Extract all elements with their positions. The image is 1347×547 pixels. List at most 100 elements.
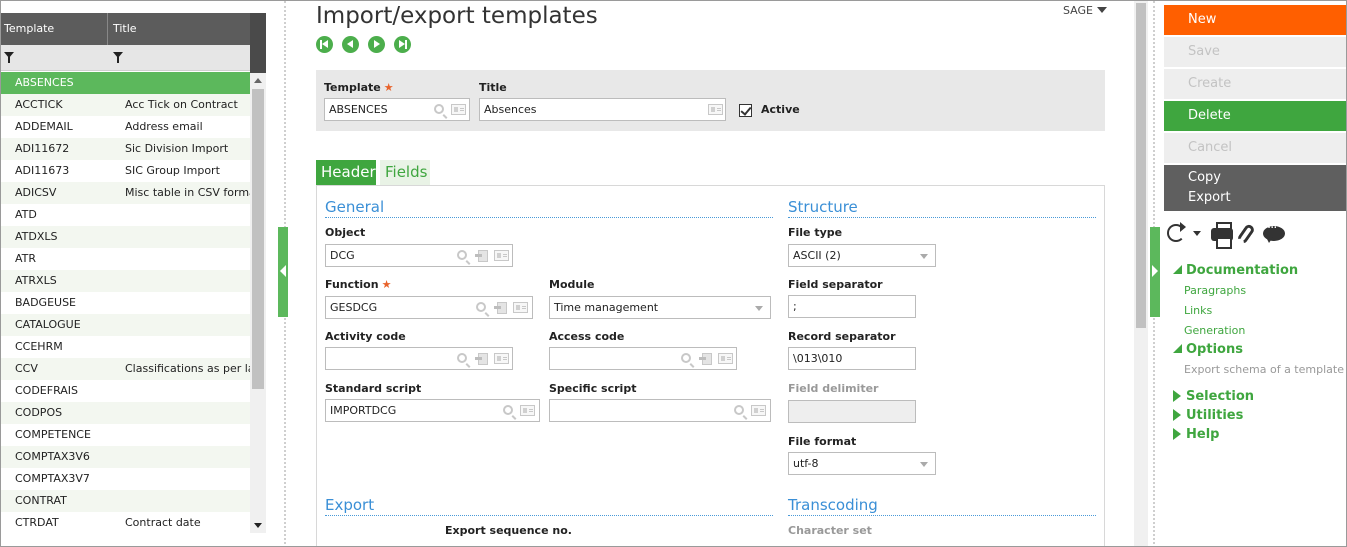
filter-icon[interactable] xyxy=(4,52,14,63)
generation-link[interactable]: Generation xyxy=(1184,324,1245,337)
search-icon[interactable] xyxy=(434,104,444,114)
card-icon[interactable] xyxy=(751,405,766,416)
list-item[interactable]: CCEHRM xyxy=(1,336,250,358)
search-icon[interactable] xyxy=(476,302,486,312)
list-scrollbar[interactable] xyxy=(250,73,266,533)
list-item[interactable]: ADI11673 SIC Group Import xyxy=(1,160,250,182)
title-label: Title xyxy=(479,81,507,94)
card-icon[interactable] xyxy=(513,302,528,313)
search-icon[interactable] xyxy=(457,353,467,363)
list-item[interactable]: CTRDAT Contract date xyxy=(1,512,250,534)
help-section[interactable]: Help xyxy=(1173,427,1219,442)
list-item[interactable]: CONTRAT xyxy=(1,490,250,512)
jump-to-icon[interactable] xyxy=(475,353,488,365)
list-item[interactable]: ATD xyxy=(1,204,250,226)
list-item-template: CTRDAT xyxy=(15,516,59,529)
jump-to-icon[interactable] xyxy=(475,250,488,262)
section-divider xyxy=(788,515,1096,516)
copy-export-button[interactable]: Copy Export xyxy=(1164,165,1346,211)
list-item[interactable]: ATRXLS xyxy=(1,270,250,292)
collapse-right-panel-handle[interactable] xyxy=(1150,227,1160,317)
standard-script-input[interactable]: IMPORTDCG xyxy=(325,399,540,422)
section-divider xyxy=(325,515,773,516)
specific-script-input[interactable] xyxy=(549,399,771,422)
tab-fields[interactable]: Fields xyxy=(380,160,430,185)
jump-to-icon[interactable] xyxy=(494,302,507,314)
options-section[interactable]: Options xyxy=(1173,342,1243,357)
list-item-title: Sic Division Import xyxy=(125,142,229,155)
scroll-thumb[interactable] xyxy=(1136,3,1146,328)
search-icon[interactable] xyxy=(681,353,691,363)
active-checkbox[interactable] xyxy=(739,104,752,117)
paragraphs-link[interactable]: Paragraphs xyxy=(1184,284,1246,297)
list-item[interactable]: COMPTAX3V6 xyxy=(1,446,250,468)
chevron-down-icon[interactable] xyxy=(1193,231,1201,236)
jump-to-icon[interactable] xyxy=(699,353,712,365)
next-record-icon[interactable] xyxy=(368,36,385,53)
utilities-section[interactable]: Utilities xyxy=(1173,408,1243,423)
card-icon[interactable] xyxy=(451,104,466,115)
last-record-icon[interactable] xyxy=(394,36,411,53)
file-format-select[interactable]: utf-8 xyxy=(788,452,936,475)
search-icon[interactable] xyxy=(734,405,744,415)
list-item[interactable]: ADDEMAIL Address email xyxy=(1,116,250,138)
list-item[interactable]: COMPETENCE xyxy=(1,424,250,446)
card-icon[interactable] xyxy=(708,104,723,115)
record-separator-input[interactable]: \013\010 xyxy=(788,347,916,370)
activity-code-input[interactable] xyxy=(325,347,513,370)
card-icon[interactable] xyxy=(520,405,535,416)
main-scrollbar[interactable] xyxy=(1134,1,1148,546)
scroll-up-icon[interactable] xyxy=(254,78,262,83)
collapse-left-panel-handle[interactable] xyxy=(278,227,288,317)
refresh-icon[interactable] xyxy=(1167,224,1185,242)
list-item[interactable]: ATR xyxy=(1,248,250,270)
previous-record-icon[interactable] xyxy=(342,36,359,53)
list-item[interactable]: CODEFRAIS xyxy=(1,380,250,402)
selection-section[interactable]: Selection xyxy=(1173,389,1254,404)
list-item[interactable]: ADI11672 Sic Division Import xyxy=(1,138,250,160)
comment-icon[interactable] xyxy=(1263,221,1285,243)
card-icon[interactable] xyxy=(494,250,509,261)
tab-header[interactable]: Header xyxy=(316,160,376,185)
paperclip-icon[interactable] xyxy=(1236,222,1256,246)
filter-icon[interactable] xyxy=(113,52,123,63)
list-item[interactable]: ATDXLS xyxy=(1,226,250,248)
title-input[interactable]: Absences xyxy=(479,98,726,121)
section-transcoding-title: Transcoding xyxy=(788,496,878,514)
search-icon[interactable] xyxy=(503,405,513,415)
object-input[interactable]: DCG xyxy=(325,244,513,267)
search-icon[interactable] xyxy=(457,250,467,260)
first-record-icon[interactable] xyxy=(316,36,333,53)
column-header-title[interactable]: Title xyxy=(113,13,137,45)
module-select-value: Time management xyxy=(554,301,659,314)
list-item[interactable]: CATALOGUE xyxy=(1,314,250,336)
scroll-thumb[interactable] xyxy=(252,89,264,389)
function-input[interactable]: GESDCG xyxy=(325,296,533,319)
card-icon[interactable] xyxy=(718,353,733,364)
new-button[interactable]: New xyxy=(1164,5,1346,35)
list-item[interactable]: COMPTAX3V7 xyxy=(1,468,250,490)
links-link[interactable]: Links xyxy=(1184,304,1212,317)
documentation-section[interactable]: Documentation xyxy=(1173,263,1298,278)
file-type-select[interactable]: ASCII (2) xyxy=(788,244,936,267)
scroll-down-icon[interactable] xyxy=(254,523,262,528)
delete-button[interactable]: Delete xyxy=(1164,101,1346,131)
printer-icon[interactable] xyxy=(1211,222,1233,249)
list-item[interactable]: CODPOS xyxy=(1,402,250,424)
template-input[interactable]: ABSENCES xyxy=(324,98,470,121)
standard-script-value: IMPORTDCG xyxy=(330,404,397,417)
column-header-template[interactable]: Template xyxy=(4,13,108,45)
access-code-input[interactable] xyxy=(549,347,737,370)
cancel-button: Cancel xyxy=(1164,133,1346,163)
card-icon[interactable] xyxy=(494,353,509,364)
field-separator-input[interactable]: ; xyxy=(788,295,916,318)
list-item[interactable]: ADICSV Misc table in CSV format xyxy=(1,182,250,204)
list-item[interactable]: BADGEUSE xyxy=(1,292,250,314)
list-item[interactable]: ACCTICK Acc Tick on Contract xyxy=(1,94,250,116)
folder-selector[interactable]: SAGE xyxy=(1063,4,1107,17)
list-item[interactable]: CCV Classifications as per labour xyxy=(1,358,250,380)
module-select[interactable]: Time management xyxy=(549,296,771,319)
collapsed-triangle-icon xyxy=(1173,428,1181,440)
list-item[interactable]: ABSENCES xyxy=(1,72,250,94)
list-item-template: ATD xyxy=(15,208,37,221)
